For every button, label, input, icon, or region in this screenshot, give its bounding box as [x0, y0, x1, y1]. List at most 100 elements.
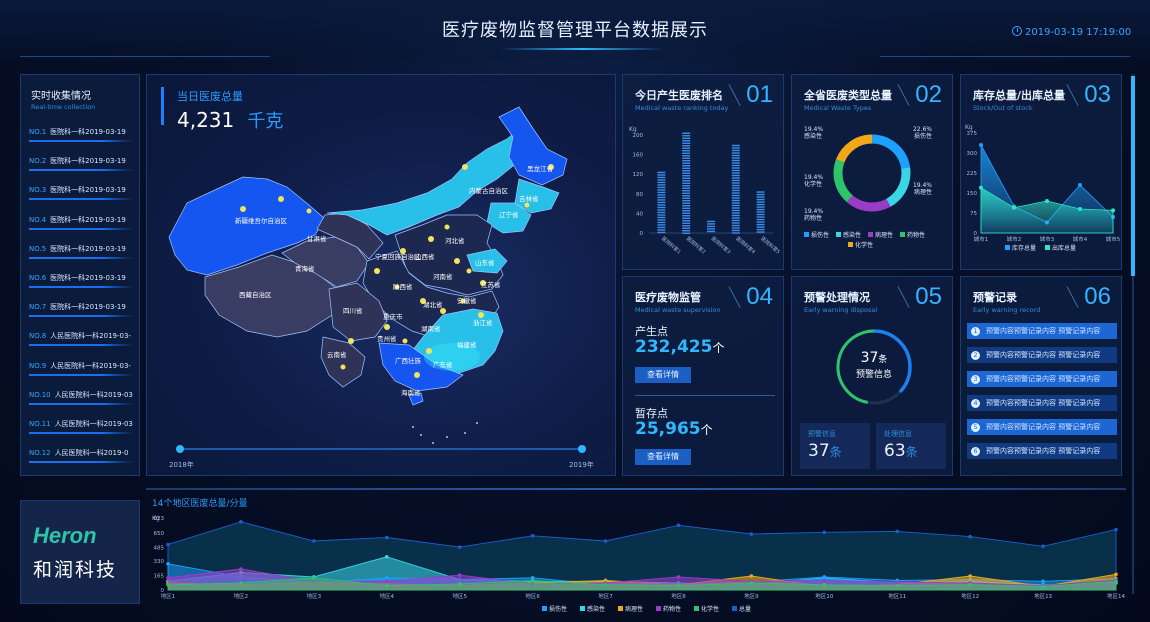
collection-item-underline: [29, 256, 133, 259]
collection-item[interactable]: NO.9 人民医院科一科2019-03-: [29, 361, 139, 371]
data-point: [239, 519, 243, 524]
bar-segment: [731, 192, 740, 194]
data-point: [968, 574, 972, 578]
warning-record-row[interactable]: 6 预警内容预警记录内容 预警记录内容: [967, 443, 1117, 459]
warning-record-row[interactable]: 1 预警内容预警记录内容 预警记录内容: [967, 323, 1117, 339]
bar-segment: [657, 186, 666, 189]
collection-item[interactable]: NO.12 人民医院科一科2019-0: [29, 448, 139, 458]
collection-item-no: NO.6: [29, 274, 47, 282]
label-jilin: 吉林省: [519, 194, 539, 203]
legend-swatch: [580, 606, 585, 611]
collection-item-no: NO.10: [29, 390, 51, 399]
collection-item[interactable]: NO.8 人民医院科一科2019-03-: [29, 331, 139, 341]
bar-segment: [657, 194, 666, 196]
panel-subtitle: Stock/Out of stock: [973, 104, 1033, 112]
legend-label: 损伤性: [549, 605, 567, 613]
data-point: [312, 539, 316, 543]
panel-number: 01: [746, 81, 773, 108]
collection-item[interactable]: NO.11 人民医院科一科2019-03: [29, 419, 139, 429]
bar-segment: [657, 174, 666, 176]
data-point: [603, 582, 608, 587]
collection-item[interactable]: NO.1 医院科一科2019-03-19: [29, 127, 139, 137]
x-tick-label: 医院科室5: [759, 235, 781, 255]
bar-segment: [756, 213, 765, 216]
data-point: [530, 578, 535, 583]
data-point: [166, 575, 170, 580]
china-map[interactable]: 新疆维吾尔自治区 西藏自治区 青海省 甘肃省 内蒙古自治区 黑龙江省 吉林省 辽…: [147, 75, 616, 476]
data-point: [1041, 584, 1045, 589]
bar-segment: [657, 209, 666, 211]
bar-segment: [682, 162, 691, 164]
collection-item-underline: [29, 402, 133, 405]
collection-item[interactable]: NO.2 医院科一科2019-03-19: [29, 156, 139, 166]
stat-left-label: 预警信息: [808, 430, 836, 438]
legend-swatch: [1045, 245, 1050, 250]
bar-segment: [682, 172, 691, 174]
x-tick-label: 地区13: [1034, 592, 1052, 600]
record-number-badge: 1: [971, 326, 980, 336]
bar-segment: [682, 142, 691, 144]
bar-segment: [731, 197, 740, 199]
collection-item-underline: [29, 315, 133, 318]
bar-segment: [731, 214, 740, 217]
collection-item-no: NO.9: [29, 361, 47, 370]
bar-segment: [731, 222, 740, 224]
x-tick-label: 地区2: [234, 592, 249, 600]
bar-segment: [731, 184, 740, 187]
bar-segment: [756, 191, 765, 193]
label-guangxi: 广西壮族: [395, 356, 422, 365]
y-axis-unit: Kg: [965, 124, 973, 131]
collection-item-no: NO.1: [29, 128, 47, 136]
collection-item[interactable]: NO.3 医院科一科2019-03-19: [29, 185, 139, 195]
brand-logo: Heron: [33, 523, 97, 548]
store-detail-button[interactable]: 查看详情: [635, 449, 691, 465]
bar-segment: [682, 175, 691, 177]
bar-segment: [657, 191, 666, 194]
warning-record-row[interactable]: 2 预警内容预警记录内容 预警记录内容: [967, 347, 1117, 363]
produce-detail-button[interactable]: 查看详情: [635, 367, 691, 383]
data-point: [1114, 572, 1118, 577]
stat-left-number: 37: [808, 441, 830, 461]
legend-label: 病理性: [875, 231, 893, 239]
timeline-end-knob[interactable]: [578, 445, 586, 453]
dashboard-root: 医疗废物监督管理平台数据展示 2019-03-19 17:19:00 实时收集情…: [0, 0, 1150, 622]
stat-left-unit: 条: [829, 445, 842, 459]
region-area-chart: Kg0165330485650823地区1 地区2 地区3 地区4 地区5 地区6 地区7 地…: [152, 515, 1125, 613]
x-tick-label: 地区12: [961, 592, 979, 600]
bar-segment: [657, 204, 666, 206]
header-datetime: 2019-03-19 17:19:00: [1012, 26, 1131, 38]
panel-divider: [897, 286, 910, 308]
y-tick-label: 165: [154, 574, 165, 580]
collection-item[interactable]: NO.4 医院科一科2019-03-19: [29, 215, 139, 225]
collection-item[interactable]: NO.5 医院科一科2019-03-19: [29, 244, 139, 254]
panel-title: 医疗废物监管: [635, 291, 701, 304]
timeline-start-knob[interactable]: [176, 445, 184, 453]
y-tick-label: 375: [967, 131, 978, 137]
data-point: [676, 523, 681, 528]
collection-item[interactable]: NO.10 人民医院科一科2019-03: [29, 390, 139, 400]
data-point: [166, 542, 170, 547]
right-scrollbar-thumb[interactable]: [1131, 76, 1135, 276]
x-tick-label: 医院科室4: [735, 235, 757, 255]
x-tick-label: 城市3: [1040, 235, 1055, 243]
collection-item[interactable]: NO.6 医院科一科2019-03-19: [29, 273, 139, 283]
bar-segment: [682, 192, 691, 194]
bar-segment: [657, 184, 666, 186]
slice-label-percent: 19.4%: [804, 208, 823, 215]
bar-segment: [731, 144, 740, 147]
collection-item[interactable]: NO.7 医院科一科2019-03-19: [29, 302, 139, 312]
record-number-badge: 3: [971, 374, 980, 384]
panel-title: 实时收集情况: [31, 91, 91, 102]
label-sichuan: 四川省: [343, 306, 363, 315]
timeline-track[interactable]: [179, 448, 583, 450]
warning-record-row[interactable]: 3 预警内容预警记录内容 预警记录内容: [967, 371, 1117, 387]
bar-segment: [682, 132, 691, 134]
warning-record-row[interactable]: 5 预警内容预警记录内容 预警记录内容: [967, 419, 1117, 435]
collection-item-underline: [29, 198, 133, 201]
store-unit: 个: [700, 423, 713, 437]
bar-segment: [657, 219, 666, 221]
panel-title: 全省医废类型总量: [804, 89, 892, 102]
panel-warning-disposal: 预警处理情况 Early warning disposal 05 37条 预警信…: [791, 276, 953, 476]
data-point: [822, 578, 827, 583]
warning-record-row[interactable]: 4 预警内容预警记录内容 预警记录内容: [967, 395, 1117, 411]
